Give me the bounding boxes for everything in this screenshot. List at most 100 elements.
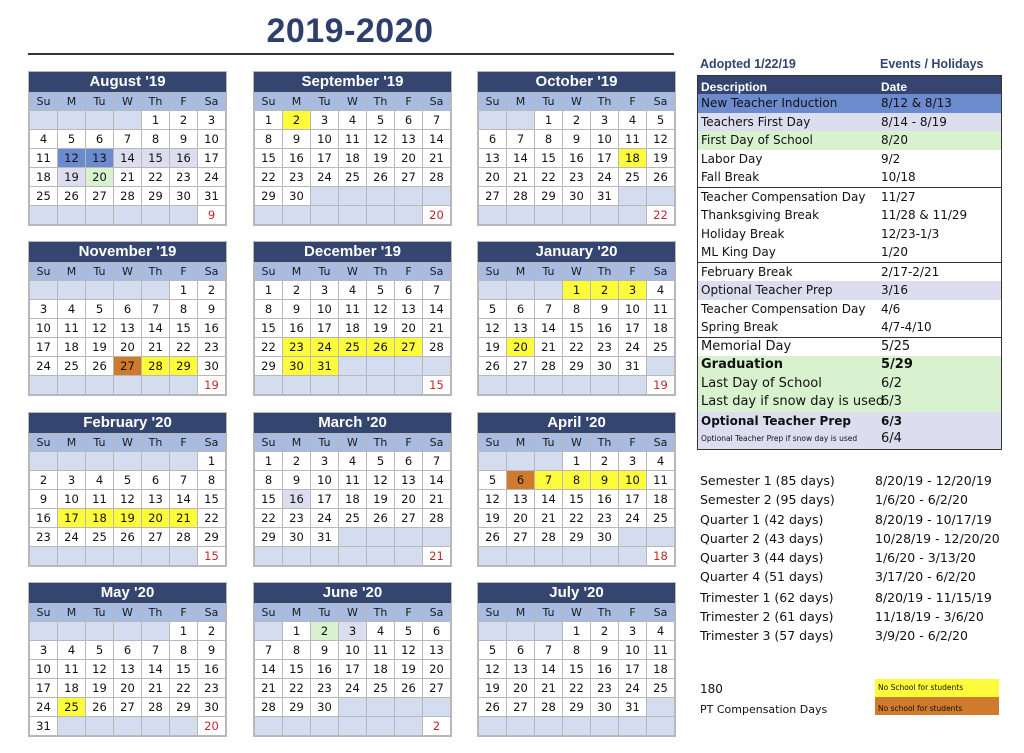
day-cell: 26 <box>366 337 395 357</box>
day-cell: 11 <box>57 318 86 338</box>
event-row: Memorial Day 5/25 <box>698 336 1001 357</box>
empty-cell <box>141 716 170 736</box>
event-date: 8/12 & 8/13 <box>881 96 952 110</box>
day-cell: 9 <box>590 299 619 319</box>
day-cell: 26 <box>646 167 675 187</box>
day-cell: 27 <box>113 356 142 376</box>
event-date: 12/23-1/3 <box>881 226 940 241</box>
day-cell: 6 <box>506 299 535 319</box>
term-row: Quarter 4 (51 days) 3/17/20 - 6/2/20 <box>700 567 1020 586</box>
day-cell: 13 <box>113 659 142 679</box>
day-cell: 2 <box>197 280 226 300</box>
day-cell: 7 <box>141 640 170 660</box>
day-cell: 12 <box>478 659 507 679</box>
day-cell: 4 <box>646 451 675 471</box>
day-cell: 10 <box>310 470 339 490</box>
day-cell: 19 <box>85 337 114 357</box>
weekday-label: W <box>113 262 142 281</box>
day-cell: 1 <box>254 451 283 471</box>
day-cell: 5 <box>366 110 395 130</box>
day-cell: 25 <box>646 678 675 698</box>
weekday-label: Tu <box>310 433 339 452</box>
day-cell: 14 <box>141 659 170 679</box>
day-cell: 16 <box>282 318 311 338</box>
event-description: Spring Break <box>701 320 779 334</box>
day-cell: 27 <box>506 356 535 376</box>
empty-cell <box>534 621 563 641</box>
empty-cell <box>113 546 142 566</box>
day-cell: 17 <box>618 318 647 338</box>
day-cell: 25 <box>366 678 395 698</box>
day-cell: 5 <box>366 451 395 471</box>
month-calendar: October '19 Su M Tu W Th F Sa 1 2 3 4 5 6 7 8 9 10 11 12 13 1… <box>477 71 676 226</box>
school-day-count: 19 <box>197 375 226 395</box>
empty-cell <box>113 280 142 300</box>
day-cell: 9 <box>562 129 591 149</box>
day-cell: 11 <box>338 299 367 319</box>
month-calendar: May '20 Su M Tu W Th F Sa 1 2 3 4 5 6 7 8 9 10 11 12 13 14 15 1… <box>28 582 227 737</box>
day-cell: 6 <box>394 280 423 300</box>
total-days: 180 <box>700 682 723 696</box>
empty-cell <box>338 356 367 376</box>
weekday-label: Su <box>254 92 283 111</box>
event-row: Thanksgiving Break 11/28 & 11/29 <box>698 206 1001 225</box>
events-table: Description Date New Teacher Induction 8/… <box>697 75 1002 450</box>
empty-cell <box>254 546 283 566</box>
day-cell: 10 <box>310 299 339 319</box>
day-cell: 8 <box>534 129 563 149</box>
day-cell: 13 <box>141 489 170 509</box>
day-cell: 17 <box>310 148 339 168</box>
event-description: February Break <box>701 264 793 279</box>
day-cell: 1 <box>562 451 591 471</box>
empty-cell <box>338 375 367 395</box>
day-cell: 13 <box>394 470 423 490</box>
day-cell: 11 <box>29 148 58 168</box>
day-cell: 31 <box>590 186 619 206</box>
day-cell: 7 <box>141 299 170 319</box>
empty-cell <box>618 375 647 395</box>
day-cell: 5 <box>394 621 423 641</box>
day-cell: 2 <box>590 280 619 300</box>
empty-cell <box>282 375 311 395</box>
event-description: Teachers First Day <box>701 114 811 129</box>
day-cell: 25 <box>646 337 675 357</box>
day-cell: 19 <box>646 148 675 168</box>
day-cell: 23 <box>29 527 58 547</box>
day-cell: 15 <box>562 659 591 679</box>
day-cell: 5 <box>57 129 86 149</box>
day-cell: 11 <box>618 129 647 149</box>
day-cell: 29 <box>562 527 591 547</box>
day-cell: 28 <box>422 167 451 187</box>
day-cell: 17 <box>618 489 647 509</box>
day-cell: 23 <box>590 337 619 357</box>
day-cell: 13 <box>394 299 423 319</box>
day-cell: 22 <box>254 167 283 187</box>
day-cell: 9 <box>282 299 311 319</box>
day-cell: 8 <box>254 129 283 149</box>
term-name: Trimester 3 (57 days) <box>700 628 834 644</box>
day-cell: 10 <box>197 129 226 149</box>
day-cell: 19 <box>57 167 86 187</box>
day-cell: 20 <box>478 167 507 187</box>
day-cell: 4 <box>338 451 367 471</box>
day-cell: 30 <box>562 186 591 206</box>
day-cell: 27 <box>394 508 423 528</box>
day-cell: 29 <box>254 527 283 547</box>
weekday-label: W <box>562 262 591 281</box>
day-cell: 9 <box>590 470 619 490</box>
day-cell: 9 <box>282 470 311 490</box>
day-cell: 15 <box>254 489 283 509</box>
day-cell: 8 <box>169 299 198 319</box>
weekday-label: W <box>113 603 142 622</box>
event-row: Teacher Compensation Day 4/6 <box>698 300 1001 319</box>
day-cell: 25 <box>618 167 647 187</box>
day-cell: 23 <box>590 678 619 698</box>
day-cell: 12 <box>394 640 423 660</box>
day-cell: 3 <box>310 451 339 471</box>
day-cell: 15 <box>562 489 591 509</box>
day-cell: 28 <box>534 356 563 376</box>
term-dates: 8/20/19 - 12/20/19 <box>875 473 992 488</box>
day-cell: 9 <box>282 129 311 149</box>
empty-cell <box>562 205 591 225</box>
day-cell: 13 <box>394 129 423 149</box>
